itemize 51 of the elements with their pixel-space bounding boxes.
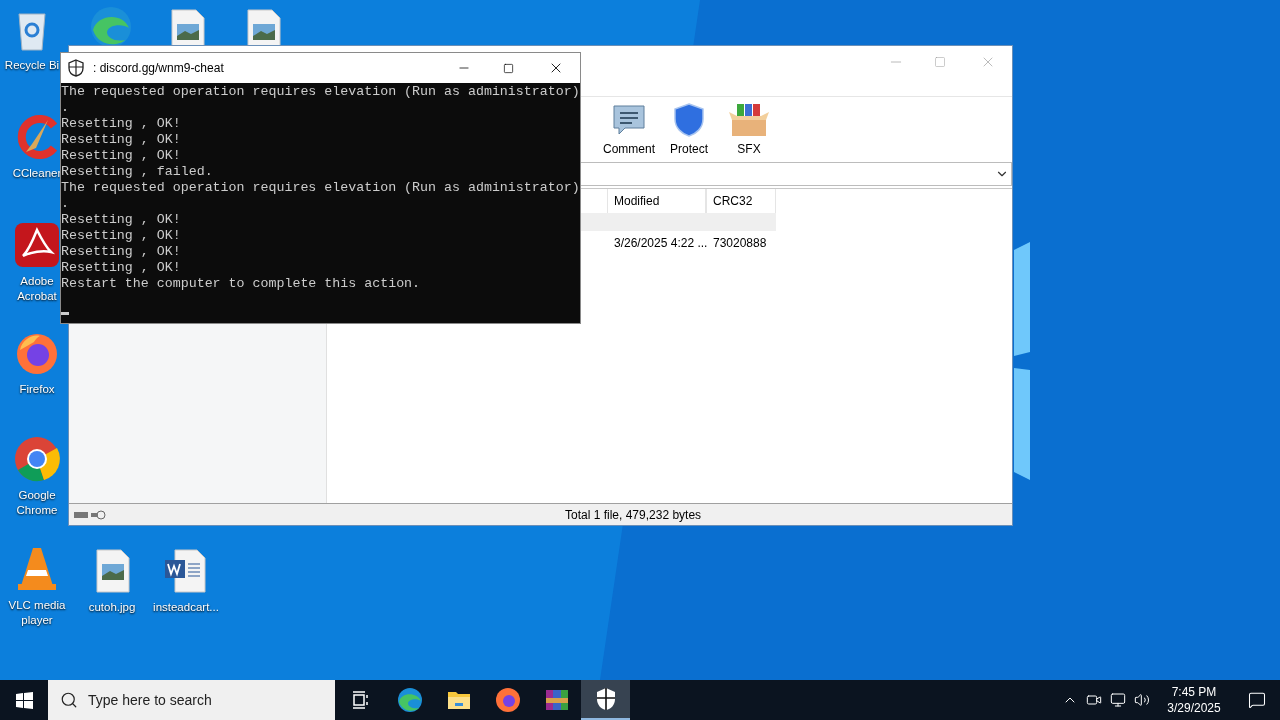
console-line: The requested operation requires elevation (Run as administrator)	[61, 180, 580, 196]
desktop-icon-label[interactable]: Google Chrome	[2, 488, 72, 518]
toolbar-button[interactable]: Comment	[599, 101, 659, 158]
desktop-icon	[14, 222, 60, 268]
console-line: Resetting , OK!	[61, 244, 182, 260]
box-icon	[728, 101, 770, 138]
search-field[interactable]: Type here to search	[48, 680, 335, 720]
volume-icon[interactable]	[1134, 692, 1150, 708]
table-cell-text: 3/26/2025 4:22 ...	[613, 235, 706, 252]
search-icon	[60, 691, 78, 709]
notification-icon[interactable]	[1248, 691, 1266, 709]
window-title: : discord.gg/wnm9-cheat	[93, 60, 224, 77]
table-cell-text: 73020888	[712, 235, 768, 252]
desktop-icon-label[interactable]: insteadcart...	[153, 600, 219, 615]
console-line: Resetting , OK!	[61, 260, 182, 276]
desktop-icon-label[interactable]: CCleaner	[12, 166, 62, 181]
browser-icon	[396, 687, 423, 713]
desktop-icon-label[interactable]: Firefox	[19, 382, 55, 397]
console-line: Resetting , failed.	[61, 164, 214, 180]
desktop-icon	[14, 436, 60, 482]
archive-icon	[543, 687, 570, 713]
status-text: Total 1 file, 479,232 bytes	[565, 506, 702, 524]
console-line: Resetting , OK!	[61, 116, 182, 132]
shield-icon	[671, 101, 707, 138]
desktop-icon-label[interactable]: Recycle Bi	[4, 58, 60, 73]
network-icon[interactable]	[1110, 692, 1126, 708]
taskbar-button[interactable]	[581, 680, 630, 720]
console-line: The requested operation requires elevation (Run as administrator)	[61, 84, 580, 100]
console-line: Resetting , OK!	[61, 228, 182, 244]
maximize-icon[interactable]	[503, 62, 514, 74]
toolbar-button[interactable]: SFX	[719, 101, 779, 158]
text-cursor	[61, 312, 69, 315]
desktop-icon-label[interactable]: cutoh.jpg	[88, 600, 136, 615]
console-line: .	[61, 100, 70, 116]
console-line: Resetting , OK!	[61, 132, 182, 148]
task-view-icon	[350, 690, 371, 710]
drive-icon	[73, 509, 107, 520]
camera-icon[interactable]	[1086, 692, 1102, 708]
console-line: Resetting , OK!	[61, 212, 182, 228]
desktop-icon	[163, 548, 209, 594]
toolbar-button[interactable]: Protect	[659, 101, 719, 158]
console-line: Resetting , OK!	[61, 148, 182, 164]
fox-icon	[494, 687, 521, 713]
windows-icon	[15, 691, 33, 709]
clock[interactable]: 7:45 PM 3/29/2025	[1156, 684, 1232, 716]
console-line: Restart the computer to complete this action.	[61, 276, 422, 292]
shield-icon	[594, 687, 617, 711]
shield-icon	[67, 59, 85, 77]
console-line: .	[61, 196, 70, 212]
folder-icon	[446, 689, 471, 711]
desktop-icon-label[interactable]: VLC media player	[2, 598, 72, 628]
